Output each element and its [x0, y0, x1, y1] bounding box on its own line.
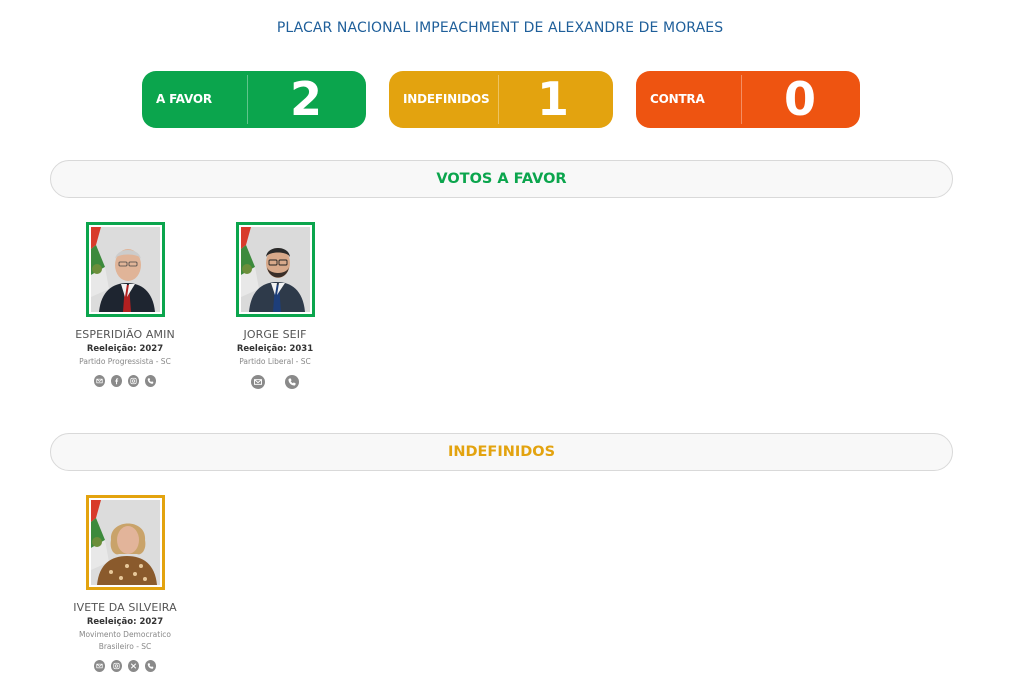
phone-icon[interactable]: [145, 375, 156, 387]
senator-card[interactable]: JORGE SEIF Reeleição: 2031 Partido Liber…: [200, 222, 350, 389]
score-contra-label: CONTRA: [650, 92, 705, 106]
divider: [247, 75, 248, 124]
email-icon[interactable]: [251, 375, 265, 389]
email-icon[interactable]: [94, 375, 105, 387]
section-header-indefinidos: INDEFINIDOS: [50, 433, 953, 471]
senator-party-line2: Brasileiro - SC: [98, 642, 152, 651]
x-icon[interactable]: [128, 660, 139, 672]
score-favor-label: A FAVOR: [156, 92, 212, 106]
senator-photo[interactable]: [85, 222, 165, 317]
contact-icons: [50, 660, 200, 672]
score-contra-count: 0: [783, 72, 816, 126]
instagram-icon[interactable]: [111, 660, 122, 672]
senator-card[interactable]: IVETE DA SILVEIRA Reeleição: 2027 Movime…: [50, 495, 200, 672]
score-contra[interactable]: CONTRA 0: [636, 71, 860, 128]
contact-icons: [200, 375, 350, 389]
score-favor[interactable]: A FAVOR 2: [142, 71, 366, 128]
page-title: PLACAR NACIONAL IMPEACHMENT DE ALEXANDRE…: [276, 20, 724, 36]
senator-party-line1: Movimento Democratico: [79, 630, 171, 639]
senator-reelection: Reeleição: 2031: [236, 344, 314, 354]
senator-party: Partido Liberal - SC: [239, 357, 311, 366]
score-indefinidos-label: INDEFINIDOS: [403, 92, 490, 106]
facebook-icon[interactable]: [111, 375, 122, 387]
contact-icons: [50, 375, 200, 387]
email-icon[interactable]: [94, 660, 105, 672]
score-indefinidos[interactable]: INDEFINIDOS 1: [389, 71, 613, 128]
senator-card[interactable]: ESPERIDIÃO AMIN Reeleição: 2027 Partido …: [50, 222, 200, 387]
score-favor-count: 2: [289, 72, 322, 126]
score-indefinidos-count: 1: [536, 72, 569, 126]
senator-name: ESPERIDIÃO AMIN: [75, 328, 175, 341]
senator-reelection: Reeleição: 2027: [86, 617, 164, 627]
phone-icon[interactable]: [145, 660, 156, 672]
divider: [741, 75, 742, 124]
instagram-icon[interactable]: [128, 375, 139, 387]
senator-name: JORGE SEIF: [243, 328, 307, 341]
phone-icon[interactable]: [285, 375, 299, 389]
senator-party: Partido Progressista - SC: [79, 357, 171, 366]
section-header-favor: VOTOS A FAVOR: [50, 160, 953, 198]
senator-party: Movimento Democratico Brasileiro - SC: [50, 629, 200, 653]
senator-photo[interactable]: [85, 495, 165, 590]
senator-name: IVETE DA SILVEIRA: [73, 601, 177, 614]
senator-reelection: Reeleição: 2027: [86, 344, 164, 354]
divider: [498, 75, 499, 124]
senator-photo[interactable]: [235, 222, 315, 317]
